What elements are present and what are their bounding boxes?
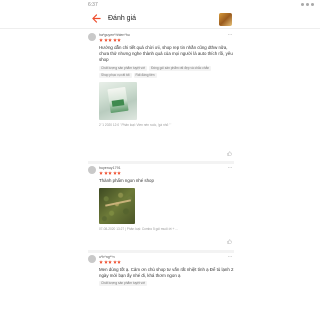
- review-tag: Chất lượng sản phẩm tuyệt vời: [99, 65, 148, 71]
- review-photo[interactable]: [99, 81, 137, 120]
- star-icon: [108, 171, 113, 175]
- review-item: huyenuy1791 ··· Thành phẩm ngon nhé shop…: [88, 165, 234, 244]
- star-icon: [112, 171, 117, 175]
- more-dots-icon[interactable]: ···: [228, 32, 233, 38]
- star-icon: [99, 260, 103, 264]
- review-timestamp: 2 '1 2020 12:0 ' Phân loại: Vien nén ruố…: [99, 122, 172, 127]
- review-text: Men dùng tốt ạ. Cảm ơn chủ shop tư vấn r…: [99, 267, 234, 279]
- rating-stars: [99, 38, 122, 42]
- star-icon: [112, 38, 117, 42]
- star-icon: [117, 38, 122, 42]
- rating-stars: [99, 260, 122, 264]
- header: Đánh giá: [0, 9, 320, 29]
- more-dots-icon[interactable]: ···: [228, 165, 233, 171]
- avatar: [88, 33, 96, 41]
- status-icons: [301, 3, 314, 6]
- back-arrow-icon[interactable]: [89, 12, 103, 26]
- rating-stars: [99, 171, 122, 175]
- thumbs-up-icon[interactable]: [227, 239, 232, 246]
- avatar: [88, 255, 96, 263]
- star-icon: [108, 260, 113, 264]
- review-list[interactable]: ha*guyen*hhien*hu ··· Hướng dẫn chi tiết…: [0, 29, 320, 320]
- status-bar: 6:37: [0, 0, 320, 9]
- review-tag: Đóng gói sản phẩm rất đẹp và chắc chắn: [149, 65, 212, 71]
- reviewer-name: ha*guyen*hhien*hu: [99, 33, 130, 37]
- product-thumbnail[interactable]: [219, 13, 232, 26]
- reviewer-name: u*b*ng**n: [99, 255, 115, 259]
- review-text: Hướng dẫn chi tiết quá chời ơii, shop re…: [99, 45, 233, 63]
- review-tag: Chất lượng sản phẩm tuyệt vời: [99, 281, 148, 287]
- star-icon: [103, 171, 108, 175]
- divider: [88, 161, 234, 164]
- more-dots-icon[interactable]: ···: [228, 254, 233, 260]
- review-item: ha*guyen*hhien*hu ··· Hướng dẫn chi tiết…: [88, 32, 234, 156]
- review-tags: Chất lượng sản phẩm tuyệt vời Đóng gói s…: [99, 65, 234, 78]
- star-icon: [108, 38, 113, 42]
- star-icon: [99, 171, 103, 175]
- review-text: Thành phẩm ngon nhé shop: [99, 178, 154, 183]
- review-item: u*b*ng**n ··· Men dùng tốt ạ. Cảm ơn chủ…: [88, 254, 234, 287]
- battery-icon: [311, 3, 314, 6]
- star-icon: [99, 38, 103, 42]
- review-tag: Shop phục vụ rất tốt: [99, 72, 132, 78]
- review-tag: Rất đáng tiền: [133, 72, 157, 78]
- review-tags: Chất lượng sản phẩm tuyệt vời: [99, 281, 234, 287]
- avatar: [88, 166, 96, 174]
- star-icon: [103, 260, 108, 264]
- status-time: 6:37: [88, 1, 98, 8]
- review-timestamp: 07-08-2020 13:27 | Phân loại: Combo 5 gó…: [99, 227, 178, 232]
- star-icon: [103, 38, 108, 42]
- divider: [88, 250, 234, 253]
- star-icon: [112, 260, 117, 264]
- star-icon: [117, 171, 122, 175]
- star-icon: [117, 260, 122, 264]
- page-title: Đánh giá: [108, 15, 137, 22]
- signal-icon: [306, 3, 309, 6]
- thumbs-up-icon[interactable]: [227, 151, 232, 158]
- wifi-icon: [301, 3, 304, 6]
- reviewer-name: huyenuy1791: [99, 166, 121, 170]
- review-photo[interactable]: [99, 188, 135, 225]
